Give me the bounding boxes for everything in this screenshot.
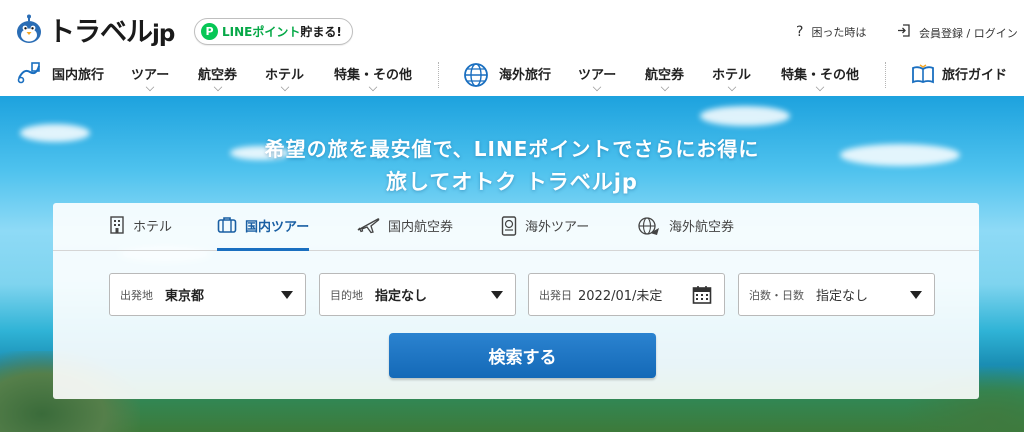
calendar-icon[interactable]	[692, 285, 712, 309]
question-icon: ?	[796, 24, 804, 40]
date-value: 2022/01/未定	[578, 289, 663, 304]
hero-banner: 希望の旅を最安値で、LINEポイントでさらにお得に 旅してオトク トラベルjp …	[0, 96, 1024, 432]
site-logo[interactable]: トラベルjp	[14, 12, 175, 48]
chevron-down-icon	[213, 82, 222, 92]
dropdown-caret-icon	[910, 291, 922, 299]
chevron-down-icon	[660, 82, 669, 92]
chevron-down-icon	[727, 82, 736, 92]
cloud-decoration	[700, 106, 790, 126]
hotel-icon	[109, 216, 125, 238]
suitcase-icon	[217, 216, 237, 238]
nav-overseas[interactable]: 海外旅行	[499, 64, 551, 83]
tab-hotel[interactable]: ホテル	[109, 216, 172, 251]
nights-select[interactable]: 泊数・日数 指定なし	[738, 273, 935, 316]
nav-overseas-hotel[interactable]: ホテル	[712, 64, 751, 92]
globe-icon	[463, 62, 489, 92]
passport-icon	[501, 216, 517, 240]
domestic-travel-icon	[16, 60, 42, 90]
departure-value: 東京都	[165, 289, 205, 304]
destination-select[interactable]: 目的地 指定なし	[319, 273, 516, 316]
bird-mascot-icon	[14, 14, 44, 44]
globe-airplane-icon	[637, 216, 661, 242]
hero-title: 旅してオトク トラベルjp	[386, 170, 638, 194]
nav-domestic-tour[interactable]: ツアー	[131, 64, 169, 92]
departure-select[interactable]: 出発地 東京都	[109, 273, 306, 316]
nav-overseas-air[interactable]: 航空券	[645, 64, 684, 92]
tab-domestic-air[interactable]: 国内航空券	[356, 216, 453, 251]
dropdown-caret-icon	[281, 291, 293, 299]
hero-tagline: 希望の旅を最安値で、LINEポイントでさらにお得に	[264, 137, 760, 161]
login-link[interactable]: 会員登録 / ログイン	[897, 24, 1018, 41]
logo-wordmark: トラベルjp	[48, 16, 175, 48]
tab-overseas-air[interactable]: 海外航空券	[637, 216, 734, 251]
departure-label: 出発地	[120, 288, 153, 302]
line-badge-brand: LINEポイント	[222, 25, 301, 39]
chevron-down-icon	[815, 82, 825, 92]
chevron-down-icon	[368, 82, 378, 92]
destination-label: 目的地	[330, 288, 363, 302]
dropdown-caret-icon	[491, 291, 503, 299]
search-tabs: ホテル 国内ツアー 国内航空券 海外ツアー 海外航空券	[53, 203, 979, 251]
date-label: 出発日	[539, 288, 572, 302]
search-button[interactable]: 検索する	[389, 333, 656, 378]
departure-date-field[interactable]: 出発日 2022/01/未定	[528, 273, 725, 316]
nav-domestic-hotel[interactable]: ホテル	[265, 64, 304, 92]
nav-domestic[interactable]: 国内旅行	[52, 64, 104, 83]
chevron-down-icon	[280, 82, 289, 92]
nav-overseas-tour[interactable]: ツアー	[578, 64, 616, 92]
guidebook-icon	[911, 64, 935, 88]
nav-guide[interactable]: 旅行ガイド	[942, 64, 1007, 83]
help-link[interactable]: ? 困った時は	[796, 24, 866, 40]
tab-domestic-tour[interactable]: 国内ツアー	[217, 216, 310, 251]
nav-domestic-air[interactable]: 航空券	[198, 64, 237, 92]
main-nav: 国内旅行 ツアー 航空券 ホテル 特集・その他 海外旅行 ツアー 航空券 ホテル…	[0, 52, 1024, 96]
tab-overseas-tour[interactable]: 海外ツアー	[501, 216, 589, 251]
airplane-icon	[356, 216, 380, 238]
chevron-down-icon	[145, 82, 155, 92]
nav-domestic-special[interactable]: 特集・その他	[334, 64, 412, 92]
nights-label: 泊数・日数	[749, 288, 804, 302]
destination-value: 指定なし	[375, 289, 428, 304]
search-panel: ホテル 国内ツアー 国内航空券 海外ツアー 海外航空券 出発地 東京都 目的地 …	[53, 203, 979, 399]
nights-value: 指定なし	[816, 289, 869, 304]
site-header: トラベルjp P LINEポイント貯まる! ? 困った時は 会員登録 / ログイ…	[0, 0, 1024, 52]
login-icon	[897, 24, 911, 41]
nav-divider	[438, 62, 439, 88]
nav-divider	[885, 62, 886, 88]
nav-overseas-special[interactable]: 特集・その他	[781, 64, 859, 92]
line-badge-suffix: 貯まる!	[300, 25, 342, 39]
help-link-label: 困った時は	[811, 26, 867, 39]
chevron-down-icon	[592, 82, 602, 92]
line-points-badge[interactable]: P LINEポイント貯まる!	[194, 18, 353, 45]
login-link-label: 会員登録 / ログイン	[919, 26, 1018, 40]
line-point-icon: P	[201, 23, 218, 40]
